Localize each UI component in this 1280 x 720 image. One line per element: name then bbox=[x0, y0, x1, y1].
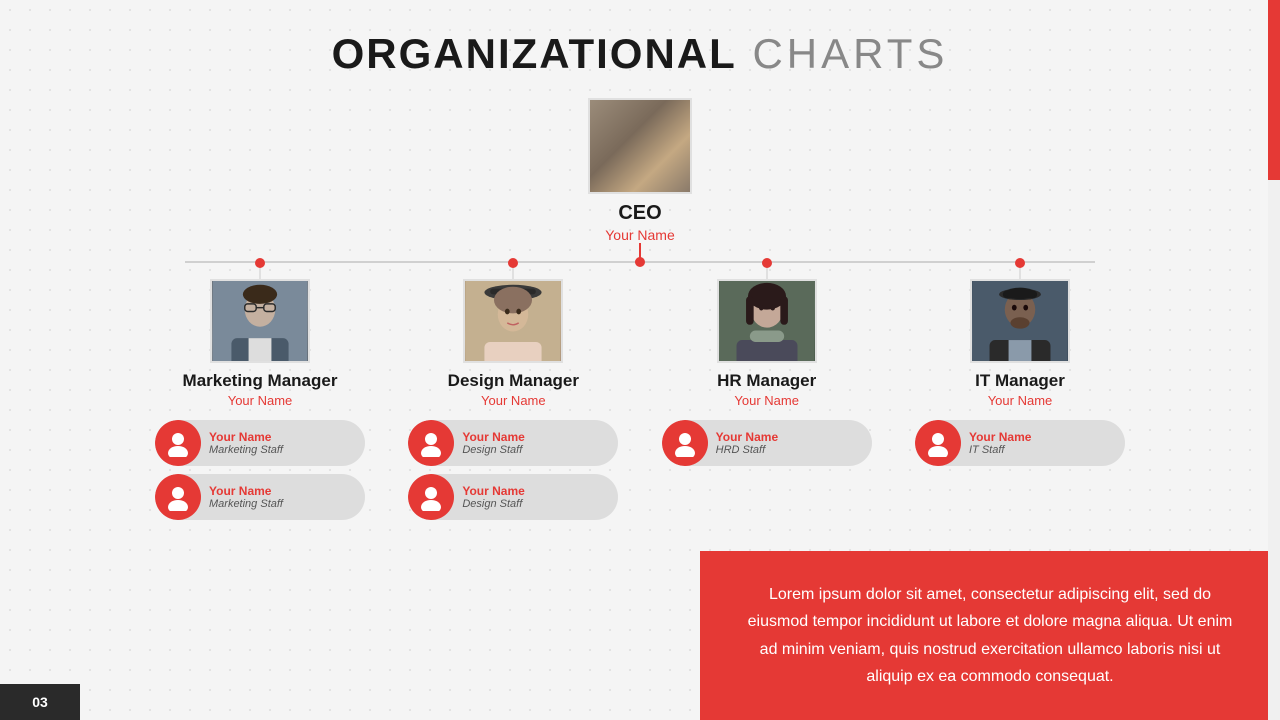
staff-info: Your Name Marketing Staff bbox=[209, 484, 283, 510]
staff-avatar bbox=[662, 420, 708, 466]
marketing-title: Marketing Manager bbox=[183, 371, 338, 391]
staff-role: HRD Staff bbox=[716, 444, 778, 456]
ceo-photo bbox=[588, 98, 692, 194]
it-manager-column: IT Manager Your Name Your Name IT Staff bbox=[910, 263, 1130, 520]
it-name: Your Name bbox=[988, 393, 1053, 408]
it-title: IT Manager bbox=[975, 371, 1065, 391]
staff-info: Your Name Design Staff bbox=[462, 430, 524, 456]
ceo-name: Your Name bbox=[605, 227, 675, 243]
design-connector bbox=[512, 263, 514, 279]
scrollbar[interactable] bbox=[1268, 0, 1280, 720]
it-connector bbox=[1019, 263, 1021, 279]
staff-name: Your Name bbox=[716, 430, 778, 444]
staff-item: Your Name Design Staff bbox=[408, 474, 618, 520]
staff-avatar bbox=[915, 420, 961, 466]
hr-manager-column: HR Manager Your Name Your Name HRD Staff bbox=[657, 263, 877, 520]
staff-item: Your Name Design Staff bbox=[408, 420, 618, 466]
staff-item: Your Name Marketing Staff bbox=[155, 474, 365, 520]
staff-role: Marketing Staff bbox=[209, 498, 283, 510]
staff-info: Your Name HRD Staff bbox=[716, 430, 778, 456]
staff-name: Your Name bbox=[969, 430, 1031, 444]
it-staff-list: Your Name IT Staff bbox=[915, 420, 1125, 466]
staff-item: Your Name Marketing Staff bbox=[155, 420, 365, 466]
scrollbar-thumb[interactable] bbox=[1268, 0, 1280, 180]
design-manager-column: Design Manager Your Name Your Name Desig… bbox=[403, 263, 623, 520]
marketing-name: Your Name bbox=[228, 393, 293, 408]
staff-role: IT Staff bbox=[969, 444, 1031, 456]
design-title: Design Manager bbox=[448, 371, 579, 391]
staff-name: Your Name bbox=[209, 430, 283, 444]
hr-name: Your Name bbox=[734, 393, 799, 408]
it-photo bbox=[970, 279, 1070, 363]
staff-avatar bbox=[408, 474, 454, 520]
marketing-staff-list: Your Name Marketing Staff Your Name Mark… bbox=[155, 420, 365, 520]
design-photo bbox=[463, 279, 563, 363]
staff-info: Your Name Design Staff bbox=[462, 484, 524, 510]
staff-item: Your Name IT Staff bbox=[915, 420, 1125, 466]
staff-name: Your Name bbox=[209, 484, 283, 498]
design-staff-list: Your Name Design Staff Your Name Design … bbox=[408, 420, 618, 520]
lorem-text: Lorem ipsum dolor sit amet, consectetur … bbox=[748, 586, 1233, 685]
marketing-manager-column: Marketing Manager Your Name Your Name Ma… bbox=[150, 263, 370, 520]
staff-role: Marketing Staff bbox=[209, 444, 283, 456]
staff-name: Your Name bbox=[462, 430, 524, 444]
hr-photo bbox=[717, 279, 817, 363]
staff-role: Design Staff bbox=[462, 444, 524, 456]
lorem-box: Lorem ipsum dolor sit amet, consectetur … bbox=[700, 551, 1280, 720]
staff-avatar bbox=[155, 474, 201, 520]
hr-connector bbox=[766, 263, 768, 279]
staff-avatar bbox=[155, 420, 201, 466]
org-chart: CEO Your Name bbox=[0, 98, 1280, 520]
ceo-title: CEO bbox=[618, 202, 661, 225]
title-light: CHARTS bbox=[737, 30, 949, 77]
page-title: ORGANIZATIONAL CHARTS bbox=[0, 0, 1280, 78]
hr-staff-list: Your Name HRD Staff bbox=[662, 420, 872, 466]
staff-info: Your Name Marketing Staff bbox=[209, 430, 283, 456]
staff-info: Your Name IT Staff bbox=[969, 430, 1031, 456]
staff-name: Your Name bbox=[462, 484, 524, 498]
staff-avatar bbox=[408, 420, 454, 466]
marketing-connector bbox=[259, 263, 261, 279]
marketing-photo bbox=[210, 279, 310, 363]
hr-title: HR Manager bbox=[717, 371, 816, 391]
slide-number: 03 bbox=[0, 684, 80, 720]
staff-role: Design Staff bbox=[462, 498, 524, 510]
title-bold: ORGANIZATIONAL bbox=[332, 30, 737, 77]
design-name: Your Name bbox=[481, 393, 546, 408]
managers-row: Marketing Manager Your Name Your Name Ma… bbox=[150, 263, 1130, 520]
staff-item: Your Name HRD Staff bbox=[662, 420, 872, 466]
ceo-node: CEO Your Name bbox=[588, 98, 692, 243]
